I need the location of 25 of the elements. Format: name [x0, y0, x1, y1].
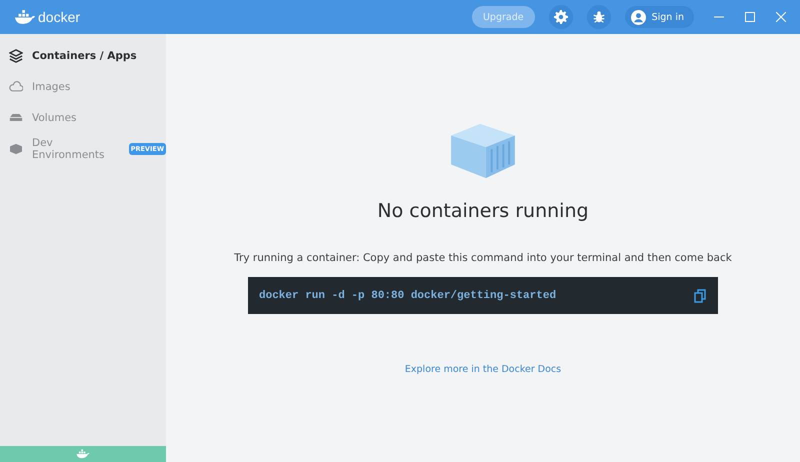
sidebar-item[interactable]: Images [0, 71, 166, 102]
whale-logo-icon [14, 10, 36, 24]
user-icon [630, 10, 646, 24]
upgrade-button[interactable]: Upgrade [472, 6, 535, 28]
sidebar-item[interactable]: Containers / Apps [0, 40, 166, 71]
docs-link[interactable]: Explore more in the Docker Docs [404, 364, 562, 375]
bug-icon [592, 10, 606, 24]
close-icon[interactable] [776, 12, 786, 22]
copy-icon[interactable] [694, 288, 706, 302]
instruction-text: Try running a container: Copy and paste this command into your terminal and then come back [234, 252, 732, 264]
sidebar-item[interactable]: Volumes [0, 102, 166, 133]
empty-state-title: No containers running [377, 200, 589, 222]
drive-icon [9, 113, 23, 122]
cloud-icon [9, 81, 23, 92]
logo-text: docker [38, 9, 80, 25]
sign-in-button[interactable]: Sign in [624, 6, 694, 28]
settings-button[interactable] [548, 5, 573, 29]
cube-icon [9, 142, 23, 154]
bug-button[interactable] [586, 5, 611, 29]
whale-icon [76, 449, 90, 459]
container-cube-icon [449, 122, 517, 180]
layers-icon [9, 48, 23, 62]
maximize-icon[interactable] [745, 12, 755, 22]
command-text: docker run -d -p 80:80 docker/getting-started [259, 290, 556, 302]
gear-icon [554, 10, 568, 24]
